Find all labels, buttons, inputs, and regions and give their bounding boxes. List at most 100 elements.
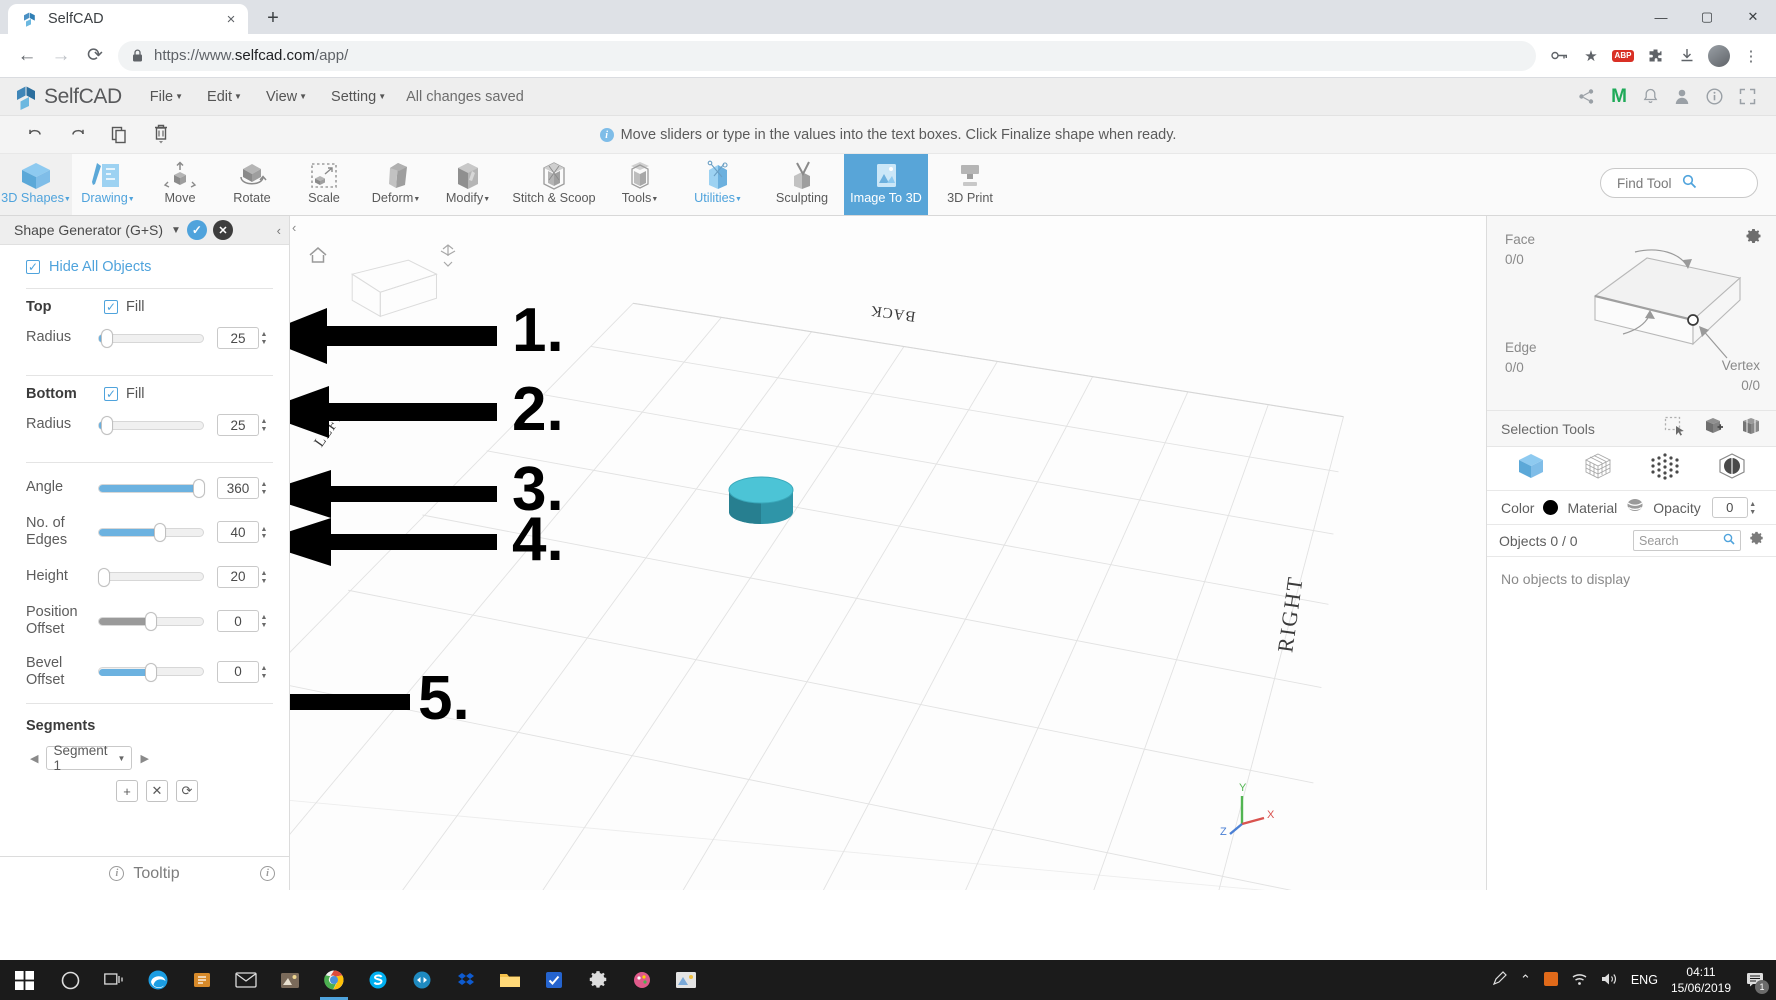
- pen-icon[interactable]: [1492, 971, 1507, 989]
- viewport-3d[interactable]: ‹ BACK LEFT RIGHT Y X Z 1. 2. 3. 4. 5.: [290, 216, 1486, 890]
- angle-input[interactable]: 360 ▲ ▼: [217, 477, 267, 499]
- maximize-button[interactable]: ▢: [1684, 0, 1730, 34]
- finalize-shape-button[interactable]: ✓: [186, 220, 207, 240]
- multi-select-icon[interactable]: [1740, 416, 1762, 441]
- stepper-icon[interactable]: ▲ ▼: [259, 567, 269, 589]
- menu-view[interactable]: View ▼: [254, 89, 319, 105]
- avatar[interactable]: [1704, 41, 1734, 71]
- reset-segment-button[interactable]: ⟳: [176, 780, 198, 803]
- tool-sculpting[interactable]: Sculpting: [760, 154, 844, 215]
- redo-icon[interactable]: [56, 120, 98, 150]
- app-logo[interactable]: SelfCAD: [14, 84, 122, 110]
- mail-icon[interactable]: [224, 960, 268, 1000]
- collapse-panel-icon[interactable]: ‹: [269, 223, 281, 238]
- next-segment-icon[interactable]: ▶: [140, 752, 148, 765]
- undo-icon[interactable]: [14, 120, 56, 150]
- reload-icon[interactable]: ⟳: [78, 39, 112, 73]
- tool-tools[interactable]: Tools▼: [604, 154, 676, 215]
- key-icon[interactable]: [1544, 41, 1574, 71]
- copy-icon[interactable]: [98, 120, 140, 150]
- find-tool-input[interactable]: Find Tool: [1600, 168, 1758, 198]
- position-offset-input[interactable]: 0 ▲ ▼: [217, 610, 267, 633]
- height-slider[interactable]: [98, 567, 204, 587]
- cortana-icon[interactable]: [48, 960, 92, 1000]
- tool-modify[interactable]: Modify▼: [432, 154, 504, 215]
- info-icon[interactable]: [1706, 88, 1723, 105]
- menu-file[interactable]: File ▼: [138, 89, 195, 105]
- bottom-fill-checkbox[interactable]: [104, 387, 118, 401]
- browser-tab[interactable]: SelfCAD ×: [8, 4, 248, 34]
- tool-deform[interactable]: Deform▼: [360, 154, 432, 215]
- hide-all-objects-row[interactable]: Hide All Objects: [16, 245, 273, 288]
- adblock-extension-icon[interactable]: ABP: [1608, 41, 1638, 71]
- back-icon[interactable]: ←: [10, 39, 44, 73]
- puzzle-icon[interactable]: [1640, 41, 1670, 71]
- tool-rotate[interactable]: Rotate: [216, 154, 288, 215]
- gmail-icon[interactable]: M: [1611, 86, 1627, 108]
- clock[interactable]: 04:11 15/06/2019: [1671, 964, 1731, 996]
- top-fill-checkbox[interactable]: [104, 300, 118, 314]
- stepper-icon[interactable]: ▲ ▼: [1748, 498, 1758, 520]
- top-radius-slider[interactable]: [98, 329, 204, 348]
- objects-search-input[interactable]: Search: [1633, 530, 1741, 551]
- tool-utilities[interactable]: Utilities▼: [676, 154, 760, 215]
- delete-icon[interactable]: [140, 120, 182, 150]
- add-select-icon[interactable]: [1702, 416, 1724, 441]
- store-icon[interactable]: [180, 960, 224, 1000]
- tool-3d-print[interactable]: 3D Print: [928, 154, 1012, 215]
- download-icon[interactable]: [1672, 41, 1702, 71]
- object-mode-icon[interactable]: [1516, 452, 1546, 485]
- home-icon[interactable]: [308, 246, 328, 264]
- sphere-mode-icon[interactable]: [1717, 452, 1747, 485]
- opacity-input[interactable]: 0 ▲ ▼: [1711, 497, 1756, 518]
- browser-menu-icon[interactable]: ⋮: [1736, 41, 1766, 71]
- share-icon[interactable]: [1578, 88, 1595, 105]
- cancel-shape-button[interactable]: ✕: [212, 220, 233, 240]
- settings-icon[interactable]: [576, 960, 620, 1000]
- dropbox-icon[interactable]: [444, 960, 488, 1000]
- tool-stitch-scoop[interactable]: Stitch & Scoop: [504, 154, 604, 215]
- angle-slider[interactable]: [98, 479, 205, 498]
- segment-select[interactable]: Segment 1 ▼: [46, 743, 133, 773]
- rect-select-icon[interactable]: [1664, 416, 1686, 441]
- minimize-button[interactable]: —: [1638, 0, 1684, 34]
- forward-icon[interactable]: →: [44, 39, 78, 73]
- stepper-icon[interactable]: ▲ ▼: [259, 328, 269, 350]
- bevel-offset-input[interactable]: 0 ▲ ▼: [217, 660, 267, 683]
- windows-start-icon[interactable]: [0, 960, 48, 1000]
- close-window-button[interactable]: ✕: [1730, 0, 1776, 34]
- bookmark-star-icon[interactable]: ★: [1576, 41, 1606, 71]
- tab-close-icon[interactable]: ×: [222, 10, 240, 28]
- top-fill-row[interactable]: Fill: [104, 299, 145, 315]
- skype-icon[interactable]: [356, 960, 400, 1000]
- search-icon[interactable]: [1682, 174, 1747, 193]
- new-tab-button[interactable]: +: [258, 3, 288, 33]
- stepper-icon[interactable]: ▲ ▼: [259, 611, 269, 633]
- cylinder-object[interactable]: [722, 468, 800, 534]
- edges-input[interactable]: 40 ▲ ▼: [217, 521, 267, 544]
- tool-move[interactable]: Move: [144, 154, 216, 215]
- notification-icon[interactable]: 1: [1744, 969, 1769, 994]
- explorer-icon[interactable]: [488, 960, 532, 1000]
- user-icon[interactable]: [1674, 88, 1690, 105]
- chrome-icon[interactable]: [312, 960, 356, 1000]
- bottom-fill-row[interactable]: Fill: [104, 386, 145, 402]
- color-swatch[interactable]: [1543, 500, 1559, 515]
- info-icon[interactable]: i: [260, 866, 275, 881]
- search-icon[interactable]: [1723, 533, 1735, 548]
- address-bar[interactable]: https://www.selfcad.com/app/: [118, 40, 1536, 71]
- taskview-icon[interactable]: [92, 960, 136, 1000]
- menu-setting[interactable]: Setting ▼: [319, 89, 398, 105]
- bottom-radius-slider[interactable]: [98, 416, 204, 435]
- app-tray-icon[interactable]: [1543, 971, 1558, 989]
- menu-edit[interactable]: Edit ▼: [195, 89, 254, 105]
- volume-icon[interactable]: [1601, 972, 1618, 989]
- wireframe-mode-icon[interactable]: [1583, 452, 1613, 485]
- top-radius-input[interactable]: 25 ▲ ▼: [217, 327, 267, 349]
- todo-icon[interactable]: [532, 960, 576, 1000]
- position-offset-slider[interactable]: [98, 612, 204, 632]
- height-input[interactable]: 20 ▲ ▼: [217, 565, 267, 588]
- stepper-icon[interactable]: ▲ ▼: [259, 415, 269, 437]
- tool-image-to-3d[interactable]: Image To 3D: [844, 154, 928, 215]
- teamviewer-icon[interactable]: [400, 960, 444, 1000]
